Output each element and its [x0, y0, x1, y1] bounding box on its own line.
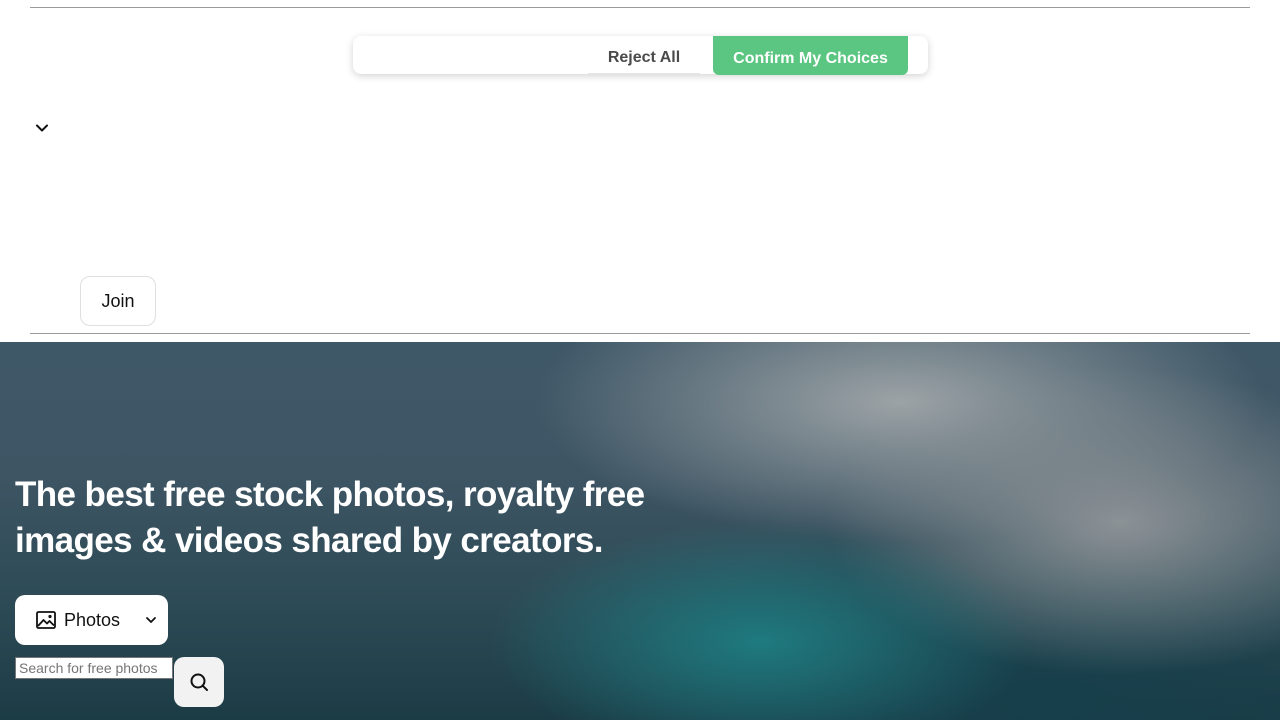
reject-all-button[interactable]: Reject All [588, 36, 700, 74]
header-divider [30, 333, 1250, 334]
join-button[interactable]: Join [80, 276, 156, 326]
confirm-choices-button[interactable]: Confirm My Choices [713, 36, 908, 75]
search-button[interactable] [174, 657, 224, 707]
search-icon [190, 673, 208, 691]
search-input[interactable] [15, 657, 173, 679]
image-icon [36, 611, 56, 629]
hero-headline: The best free stock photos, royalty free… [15, 475, 645, 560]
chevron-down-icon [146, 617, 156, 623]
top-divider [30, 7, 1250, 8]
media-type-label: Photos [64, 610, 121, 630]
media-type-dropdown[interactable]: Photos [15, 595, 168, 645]
chevron-down-icon[interactable] [34, 120, 50, 136]
